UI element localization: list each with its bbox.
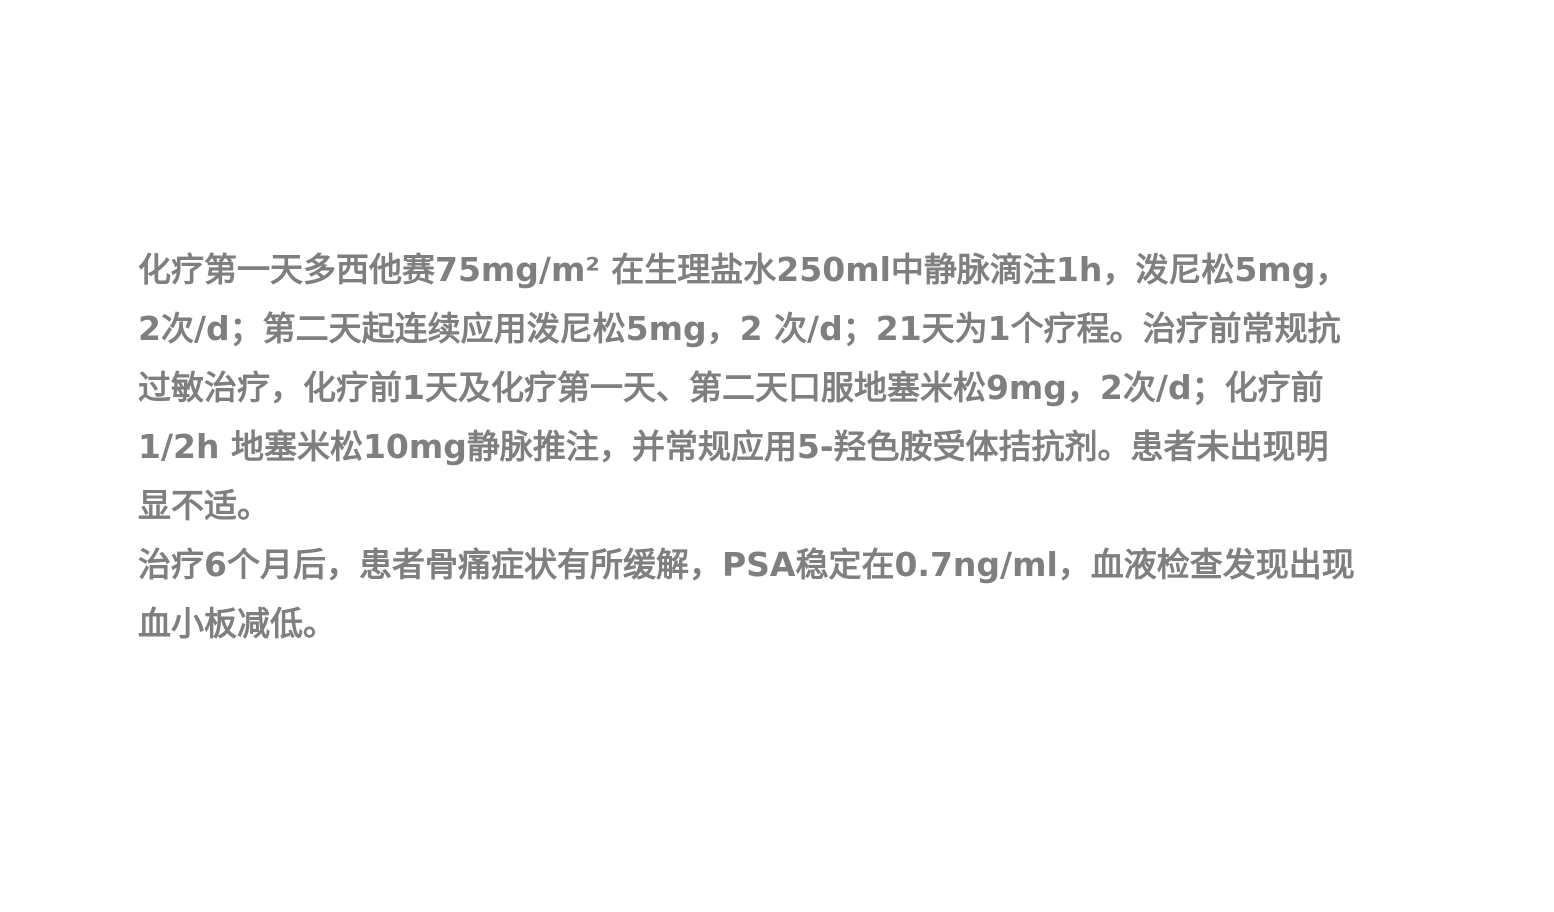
paragraph-outcome: 治疗6个月后，患者骨痛症状有所缓解，PSA稳定在0.7ng/ml，血液检查发现出… (138, 545, 1355, 643)
text-body: 化疗第一天多西他赛75mg/m² 在生理盐水250ml中静脉滴注1h，泼尼松5m… (138, 240, 1468, 653)
slide: 化疗第一天多西他赛75mg/m² 在生理盐水250ml中静脉滴注1h，泼尼松5m… (0, 0, 1554, 912)
paragraph-treatment-regimen: 化疗第一天多西他赛75mg/m² 在生理盐水250ml中静脉滴注1h，泼尼松5m… (138, 250, 1349, 525)
